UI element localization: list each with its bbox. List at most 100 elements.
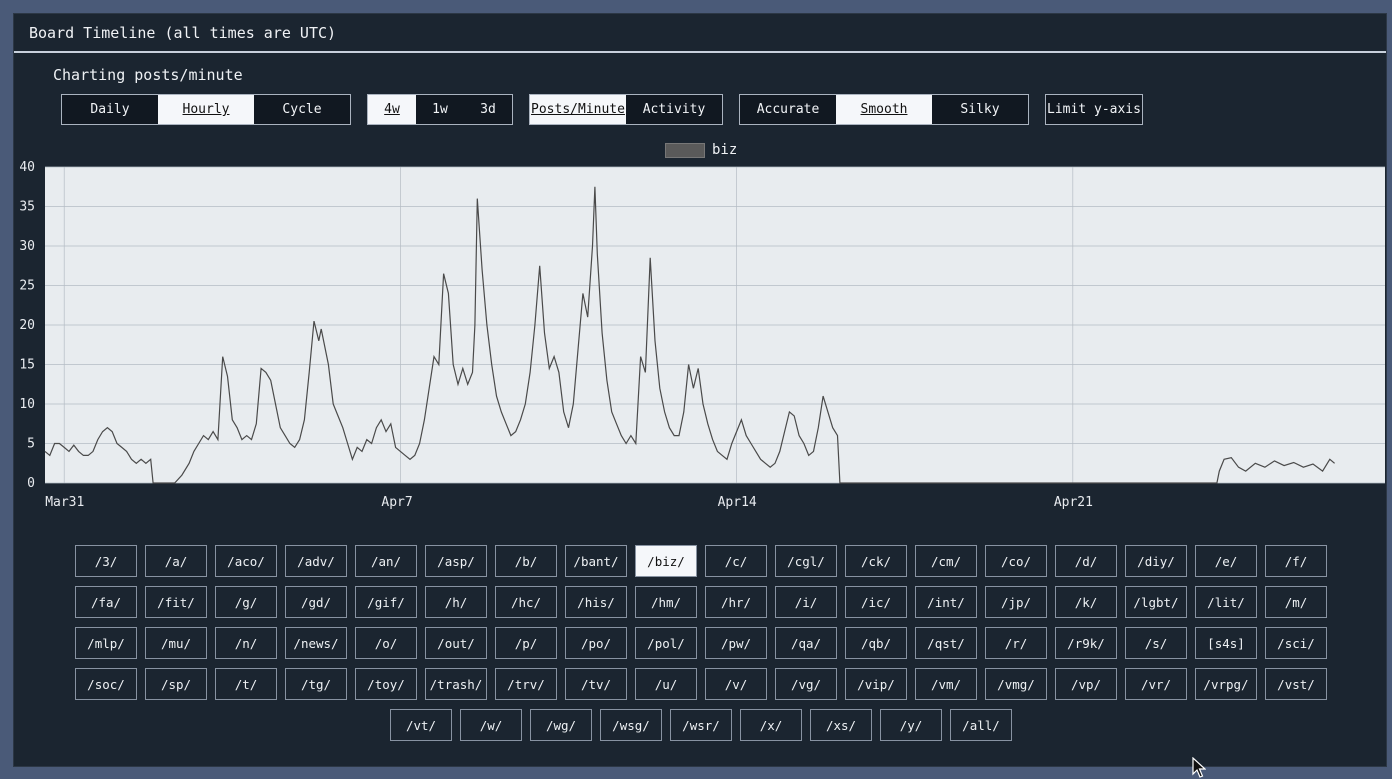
board-button-f[interactable]: /f/ bbox=[1265, 545, 1327, 577]
board-button-cgl[interactable]: /cgl/ bbox=[775, 545, 837, 577]
board-button-xs[interactable]: /xs/ bbox=[810, 709, 872, 741]
board-button-x[interactable]: /x/ bbox=[740, 709, 802, 741]
hourly-button[interactable]: Hourly bbox=[158, 95, 254, 124]
board-button-sci[interactable]: /sci/ bbox=[1265, 627, 1327, 659]
board-button-a[interactable]: /a/ bbox=[145, 545, 207, 577]
board-button-int[interactable]: /int/ bbox=[915, 586, 977, 618]
board-timeline-panel: Board Timeline (all times are UTC) Chart… bbox=[13, 13, 1387, 767]
daily-button[interactable]: Daily bbox=[62, 95, 158, 124]
board-button-po[interactable]: /po/ bbox=[565, 627, 627, 659]
board-button-jp[interactable]: /jp/ bbox=[985, 586, 1047, 618]
board-button-diy[interactable]: /diy/ bbox=[1125, 545, 1187, 577]
board-button-pol[interactable]: /pol/ bbox=[635, 627, 697, 659]
limit-y-axis-button[interactable]: Limit y-axis bbox=[1046, 95, 1142, 124]
timeline-chart[interactable]: 0 5 10 15 20 25 30 35 40 Mar31 Apr7 Apr14 Apr21 bbox=[14, 159, 1388, 519]
board-button-co[interactable]: /co/ bbox=[985, 545, 1047, 577]
board-button-ck[interactable]: /ck/ bbox=[845, 545, 907, 577]
board-button-w[interactable]: /w/ bbox=[460, 709, 522, 741]
board-button-e[interactable]: /e/ bbox=[1195, 545, 1257, 577]
board-button-vst[interactable]: /vst/ bbox=[1265, 668, 1327, 700]
board-button-t[interactable]: /t/ bbox=[215, 668, 277, 700]
board-button-m[interactable]: /m/ bbox=[1265, 586, 1327, 618]
board-button-r9k[interactable]: /r9k/ bbox=[1055, 627, 1117, 659]
board-button-wsg[interactable]: /wsg/ bbox=[600, 709, 662, 741]
silky-button[interactable]: Silky bbox=[932, 95, 1028, 124]
board-button-i[interactable]: /i/ bbox=[775, 586, 837, 618]
board-button-b[interactable]: /b/ bbox=[495, 545, 557, 577]
board-button-soc[interactable]: /soc/ bbox=[75, 668, 137, 700]
range-toggle-group: 4w 1w 3d bbox=[367, 94, 513, 125]
board-button-tv[interactable]: /tv/ bbox=[565, 668, 627, 700]
board-button-vg[interactable]: /vg/ bbox=[775, 668, 837, 700]
board-button-out[interactable]: /out/ bbox=[425, 627, 487, 659]
board-button-bant[interactable]: /bant/ bbox=[565, 545, 627, 577]
board-button-h[interactable]: /h/ bbox=[425, 586, 487, 618]
board-button-gd[interactable]: /gd/ bbox=[285, 586, 347, 618]
board-button-s[interactable]: /s/ bbox=[1125, 627, 1187, 659]
board-button-qb[interactable]: /qb/ bbox=[845, 627, 907, 659]
board-button-3[interactable]: /3/ bbox=[75, 545, 137, 577]
board-button-gif[interactable]: /gif/ bbox=[355, 586, 417, 618]
smooth-button[interactable]: Smooth bbox=[836, 95, 932, 124]
board-button-lgbt[interactable]: /lgbt/ bbox=[1125, 586, 1187, 618]
posts-per-minute-button[interactable]: Posts/Minute bbox=[530, 95, 626, 124]
board-button-g[interactable]: /g/ bbox=[215, 586, 277, 618]
board-button-vp[interactable]: /vp/ bbox=[1055, 668, 1117, 700]
board-button-sp[interactable]: /sp/ bbox=[145, 668, 207, 700]
board-button-r[interactable]: /r/ bbox=[985, 627, 1047, 659]
board-button-trv[interactable]: /trv/ bbox=[495, 668, 557, 700]
board-button-vrpg[interactable]: /vrpg/ bbox=[1195, 668, 1257, 700]
board-button-tg[interactable]: /tg/ bbox=[285, 668, 347, 700]
cycle-button[interactable]: Cycle bbox=[254, 95, 350, 124]
board-button-aco[interactable]: /aco/ bbox=[215, 545, 277, 577]
activity-button[interactable]: Activity bbox=[626, 95, 722, 124]
range-4w-button[interactable]: 4w bbox=[368, 95, 416, 124]
board-button-c[interactable]: /c/ bbox=[705, 545, 767, 577]
board-button-hr[interactable]: /hr/ bbox=[705, 586, 767, 618]
accurate-button[interactable]: Accurate bbox=[740, 95, 836, 124]
board-button-vm[interactable]: /vm/ bbox=[915, 668, 977, 700]
board-button-vr[interactable]: /vr/ bbox=[1125, 668, 1187, 700]
board-button-qa[interactable]: /qa/ bbox=[775, 627, 837, 659]
board-button-vip[interactable]: /vip/ bbox=[845, 668, 907, 700]
board-button-fa[interactable]: /fa/ bbox=[75, 586, 137, 618]
board-button-mlp[interactable]: /mlp/ bbox=[75, 627, 137, 659]
board-button-wg[interactable]: /wg/ bbox=[530, 709, 592, 741]
board-button-toy[interactable]: /toy/ bbox=[355, 668, 417, 700]
range-1w-button[interactable]: 1w bbox=[416, 95, 464, 124]
board-button-k[interactable]: /k/ bbox=[1055, 586, 1117, 618]
board-button-ic[interactable]: /ic/ bbox=[845, 586, 907, 618]
board-button-news[interactable]: /news/ bbox=[285, 627, 347, 659]
chart-svg[interactable]: 0 5 10 15 20 25 30 35 40 Mar31 Apr7 Apr14 Apr21 bbox=[14, 159, 1388, 519]
range-3d-button[interactable]: 3d bbox=[464, 95, 512, 124]
board-button-an[interactable]: /an/ bbox=[355, 545, 417, 577]
board-button-cm[interactable]: /cm/ bbox=[915, 545, 977, 577]
board-button-wsr[interactable]: /wsr/ bbox=[670, 709, 732, 741]
board-button-v[interactable]: /v/ bbox=[705, 668, 767, 700]
board-button-hm[interactable]: /hm/ bbox=[635, 586, 697, 618]
board-button-n[interactable]: /n/ bbox=[215, 627, 277, 659]
legend-swatch bbox=[665, 142, 705, 158]
board-button-hc[interactable]: /hc/ bbox=[495, 586, 557, 618]
board-button-biz[interactable]: /biz/ bbox=[635, 545, 697, 577]
board-button-vt[interactable]: /vt/ bbox=[390, 709, 452, 741]
board-button-qst[interactable]: /qst/ bbox=[915, 627, 977, 659]
board-button-d[interactable]: /d/ bbox=[1055, 545, 1117, 577]
board-button-fit[interactable]: /fit/ bbox=[145, 586, 207, 618]
board-button-mu[interactable]: /mu/ bbox=[145, 627, 207, 659]
board-button-asp[interactable]: /asp/ bbox=[425, 545, 487, 577]
board-button-o[interactable]: /o/ bbox=[355, 627, 417, 659]
board-row: /soc//sp//t//tg//toy//trash//trv//tv//u/… bbox=[56, 668, 1346, 700]
board-button-p[interactable]: /p/ bbox=[495, 627, 557, 659]
board-button-s4s[interactable]: [s4s] bbox=[1195, 627, 1257, 659]
chart-legend[interactable]: biz bbox=[665, 142, 737, 158]
board-button-u[interactable]: /u/ bbox=[635, 668, 697, 700]
board-button-all[interactable]: /all/ bbox=[950, 709, 1012, 741]
board-button-y[interactable]: /y/ bbox=[880, 709, 942, 741]
board-button-adv[interactable]: /adv/ bbox=[285, 545, 347, 577]
board-button-trash[interactable]: /trash/ bbox=[425, 668, 487, 700]
board-button-his[interactable]: /his/ bbox=[565, 586, 627, 618]
board-button-lit[interactable]: /lit/ bbox=[1195, 586, 1257, 618]
board-button-pw[interactable]: /pw/ bbox=[705, 627, 767, 659]
board-button-vmg[interactable]: /vmg/ bbox=[985, 668, 1047, 700]
